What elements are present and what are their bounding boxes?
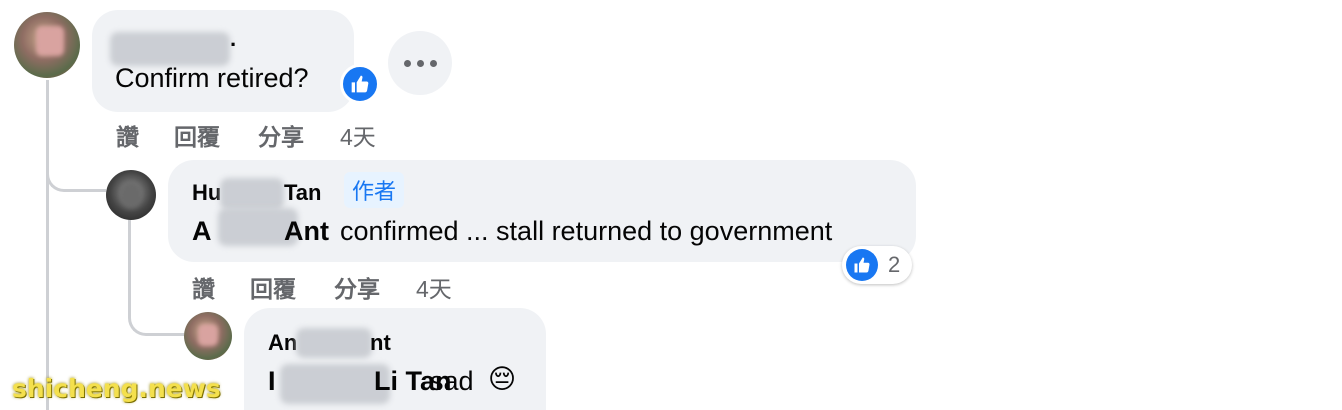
more-dot-icon xyxy=(403,59,411,67)
comment-bubble: An nt I Li Tan sad 😔 xyxy=(244,308,546,410)
reply-button[interactable]: 回覆 xyxy=(250,270,296,304)
like-reaction-icon[interactable] xyxy=(340,64,380,104)
share-button[interactable]: 分享 xyxy=(258,118,304,152)
comment-text: sad xyxy=(430,366,474,396)
avatar[interactable] xyxy=(14,12,80,78)
thread-branch-1 xyxy=(46,160,106,192)
comment-bubble: Hu Tan 作者 A Ant confirmed ... stall retu… xyxy=(168,160,916,262)
thread-branch-2 xyxy=(128,300,184,336)
comment-author-start[interactable]: An xyxy=(268,330,297,356)
like-button[interactable]: 讚 xyxy=(192,270,215,304)
more-dot-icon xyxy=(429,59,437,67)
mention-start[interactable]: I xyxy=(268,366,276,397)
more-dot-icon xyxy=(416,59,424,67)
like-reaction-icon xyxy=(846,249,878,281)
pensive-face-icon: 😔 xyxy=(488,364,517,394)
reaction-count-pill[interactable]: 2 xyxy=(842,246,912,284)
share-button[interactable]: 分享 xyxy=(334,270,380,304)
thread-line-main xyxy=(46,80,49,410)
comment-author-start[interactable]: Hu xyxy=(192,180,221,206)
reaction-count: 2 xyxy=(888,252,901,277)
like-button[interactable]: 讚 xyxy=(116,118,139,152)
avatar[interactable] xyxy=(184,312,232,360)
comment-author[interactable]: · xyxy=(230,32,237,58)
avatar[interactable] xyxy=(106,170,156,220)
reply-button[interactable]: 回覆 xyxy=(174,118,220,152)
timestamp[interactable]: 4天 xyxy=(340,118,376,152)
comment-author-end[interactable]: Tan xyxy=(284,180,321,206)
watermark-text: shicheng.news xyxy=(12,374,221,403)
mention-end[interactable]: Ant xyxy=(284,216,329,247)
comment-text: Confirm retired? xyxy=(115,63,309,93)
timestamp[interactable]: 4天 xyxy=(416,270,452,304)
redacted-name xyxy=(296,328,372,358)
mention-start[interactable]: A xyxy=(192,216,212,247)
comment-text: confirmed ... stall returned to governme… xyxy=(340,216,833,246)
author-badge: 作者 xyxy=(344,172,405,208)
redacted-name xyxy=(110,32,230,66)
redacted-name xyxy=(220,178,284,210)
more-options-button[interactable] xyxy=(388,31,452,95)
comment-author-end[interactable]: nt xyxy=(370,330,391,356)
comment-bubble: · Confirm retired? xyxy=(92,10,354,112)
